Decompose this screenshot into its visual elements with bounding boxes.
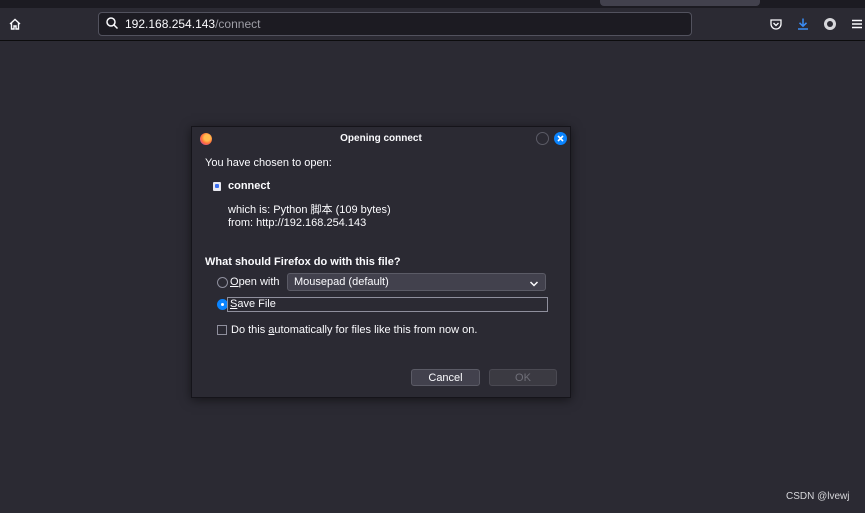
- url-text[interactable]: 192.168.254.143/connect: [125, 17, 260, 31]
- open-with-label-rest: pen with: [238, 276, 280, 288]
- auto-label[interactable]: Do this automatically for files like thi…: [231, 324, 477, 336]
- tab[interactable]: [600, 0, 760, 6]
- auto-label-pre: Do this: [231, 324, 269, 336]
- action-question: What should Firefox do with this file?: [205, 256, 401, 268]
- chevron-down-icon: [529, 276, 539, 287]
- extension-icon[interactable]: [818, 12, 842, 36]
- close-button[interactable]: [554, 132, 567, 145]
- file-type: which is: Python 脚本 (109 bytes): [228, 204, 391, 216]
- minimize-button[interactable]: [536, 132, 549, 145]
- dialog-titlebar[interactable]: Opening connect: [192, 127, 570, 151]
- save-file-label-rest: ave File: [237, 298, 276, 310]
- auto-label-post: utomatically for files like this from no…: [274, 324, 478, 336]
- home-icon[interactable]: [3, 12, 27, 36]
- ok-button[interactable]: OK: [489, 369, 557, 386]
- address-bar[interactable]: 192.168.254.143/connect: [98, 12, 692, 36]
- download-icon[interactable]: [791, 12, 815, 36]
- auto-checkbox[interactable]: [217, 325, 227, 335]
- file-name: connect: [228, 180, 271, 192]
- url-host: 192.168.254.143: [125, 17, 216, 31]
- save-file-label[interactable]: Save File: [230, 298, 276, 310]
- search-icon: [105, 16, 121, 32]
- open-with-accesskey: O: [230, 276, 239, 288]
- cancel-button[interactable]: Cancel: [411, 369, 480, 386]
- open-with-label[interactable]: Open with: [230, 276, 280, 288]
- dialog-title: Opening connect: [340, 133, 422, 144]
- url-path: /connect: [215, 17, 261, 31]
- tab-strip: [0, 0, 865, 8]
- open-with-select[interactable]: Mousepad (default): [287, 273, 546, 291]
- pocket-icon[interactable]: [764, 12, 788, 36]
- file-icon: [213, 182, 221, 191]
- intro-text: You have chosen to open:: [205, 157, 332, 169]
- open-with-selected-value: Mousepad (default): [294, 276, 389, 288]
- file-source: from: http://192.168.254.143: [228, 217, 367, 229]
- open-with-radio[interactable]: [217, 277, 228, 288]
- close-icon: [557, 135, 564, 142]
- watermark: CSDN @lvewj: [786, 491, 850, 502]
- navigation-toolbar: 192.168.254.143/connect: [0, 8, 865, 41]
- opening-file-dialog: Opening connect You have chosen to open:…: [191, 126, 571, 398]
- menu-icon[interactable]: [845, 12, 865, 36]
